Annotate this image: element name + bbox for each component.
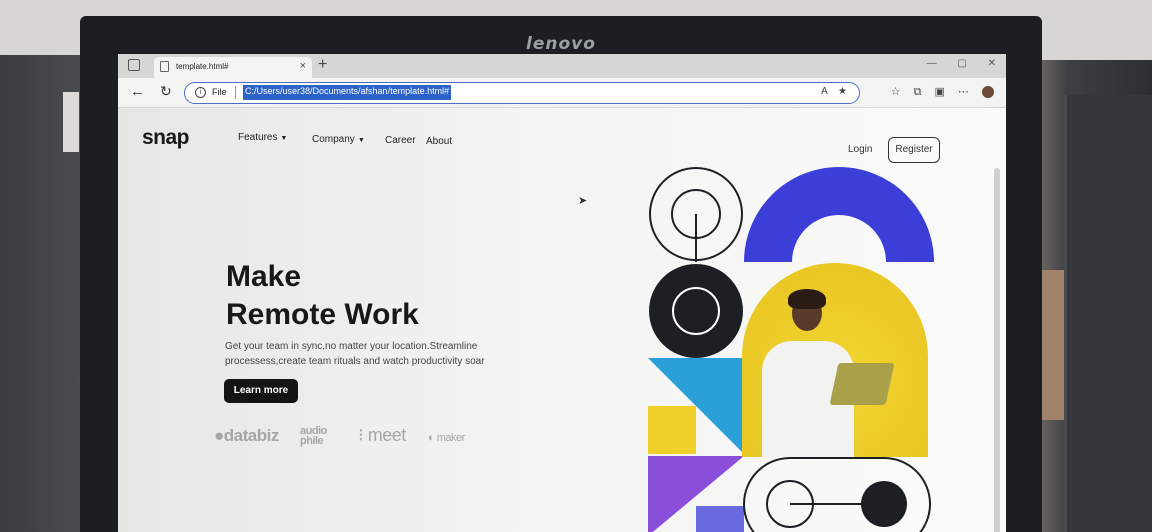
info-icon[interactable]: i	[195, 87, 206, 98]
address-bar[interactable]: i File C:/Users/user38/Documents/afshan/…	[184, 82, 860, 104]
hero-subtitle: Get your team in sync,no matter your loc…	[225, 341, 485, 367]
tab-actions-icon[interactable]	[128, 59, 140, 71]
monitor-brand-logo: lenovo	[526, 34, 596, 54]
url-separator	[235, 86, 236, 99]
nav-about[interactable]: About	[426, 136, 452, 147]
site-logo[interactable]: snap	[142, 126, 190, 150]
chevron-down-icon: ▼	[357, 137, 365, 144]
page-scrollbar[interactable]	[994, 168, 1000, 532]
nav-features-label: Features	[238, 132, 278, 143]
back-arrow-icon[interactable]: ←	[130, 83, 145, 100]
window-controls[interactable]: — ▢ ✕	[927, 58, 996, 69]
client-logo-maker: ◐ maker	[428, 432, 465, 444]
reload-icon[interactable]: ↻	[160, 83, 172, 100]
nav-features[interactable]: Features ▼	[238, 132, 287, 143]
new-tab-icon[interactable]: +	[318, 56, 327, 74]
file-scheme-label: File	[212, 87, 227, 97]
violet-block	[696, 506, 744, 532]
client-maker-text: maker	[436, 432, 466, 444]
register-button[interactable]: Register	[888, 137, 940, 163]
right-monitor-panel	[1064, 95, 1152, 532]
hero-person-photo	[742, 263, 928, 457]
client-audiophile-line-2: phile	[300, 435, 324, 447]
hero-illustration	[646, 166, 946, 532]
hero-title: Make Remote Work	[226, 258, 419, 334]
profile-avatar-icon[interactable]	[982, 86, 994, 99]
url-input[interactable]: C:/Users/user38/Documents/afshan/templat…	[243, 85, 452, 100]
laptop-image	[829, 363, 895, 405]
yellow-square	[648, 406, 696, 454]
nav-company[interactable]: Company ▼	[312, 134, 365, 145]
chevron-down-icon: ▼	[280, 135, 288, 142]
person-hair	[788, 289, 826, 309]
dark-circle	[649, 264, 743, 358]
page-icon	[160, 61, 169, 72]
hero-title-line-1: Make	[226, 260, 302, 293]
pointer-arrow-icon: ➤	[578, 195, 588, 207]
tab-close-icon[interactable]: ×	[300, 60, 306, 72]
nav-company-label: Company	[312, 134, 355, 145]
left-sticker	[63, 92, 79, 152]
toolbar-icon-group[interactable]: ☆ ⧉ ▣ ⋯	[891, 86, 969, 98]
learn-more-button[interactable]: Learn more	[224, 379, 298, 403]
client-logo-databiz: ●databiz	[214, 426, 280, 445]
webpage: snap Features ▼ Company ▼ Career About Log…	[118, 108, 1006, 532]
client-meet-text: meet	[367, 425, 407, 445]
hero-title-line-2: Remote Work	[226, 298, 419, 331]
client-logo-audiophile: audio phile	[300, 426, 327, 447]
address-bar-icons[interactable]: A ★	[821, 86, 851, 97]
blue-arch-shape	[744, 167, 934, 262]
client-logo-meet: ⁝ meet	[358, 425, 407, 445]
tab-title: template.html#	[176, 62, 229, 71]
client-databiz-text: databiz	[223, 426, 280, 445]
browser-tab[interactable]: template.html# ×	[154, 57, 312, 78]
monitor-screen: template.html# × + — ▢ ✕ ← ↻ i File C:/U…	[118, 54, 1006, 532]
browser-toolbar: ← ↻ i File C:/Users/user38/Documents/afs…	[118, 78, 1006, 108]
nav-career[interactable]: Career	[385, 135, 416, 146]
toolbar-icons[interactable]: ☆ ⧉ ▣ ⋯	[891, 85, 994, 99]
login-link[interactable]: Login	[848, 144, 872, 155]
browser-tab-bar: template.html# × + — ▢ ✕	[118, 54, 1006, 78]
